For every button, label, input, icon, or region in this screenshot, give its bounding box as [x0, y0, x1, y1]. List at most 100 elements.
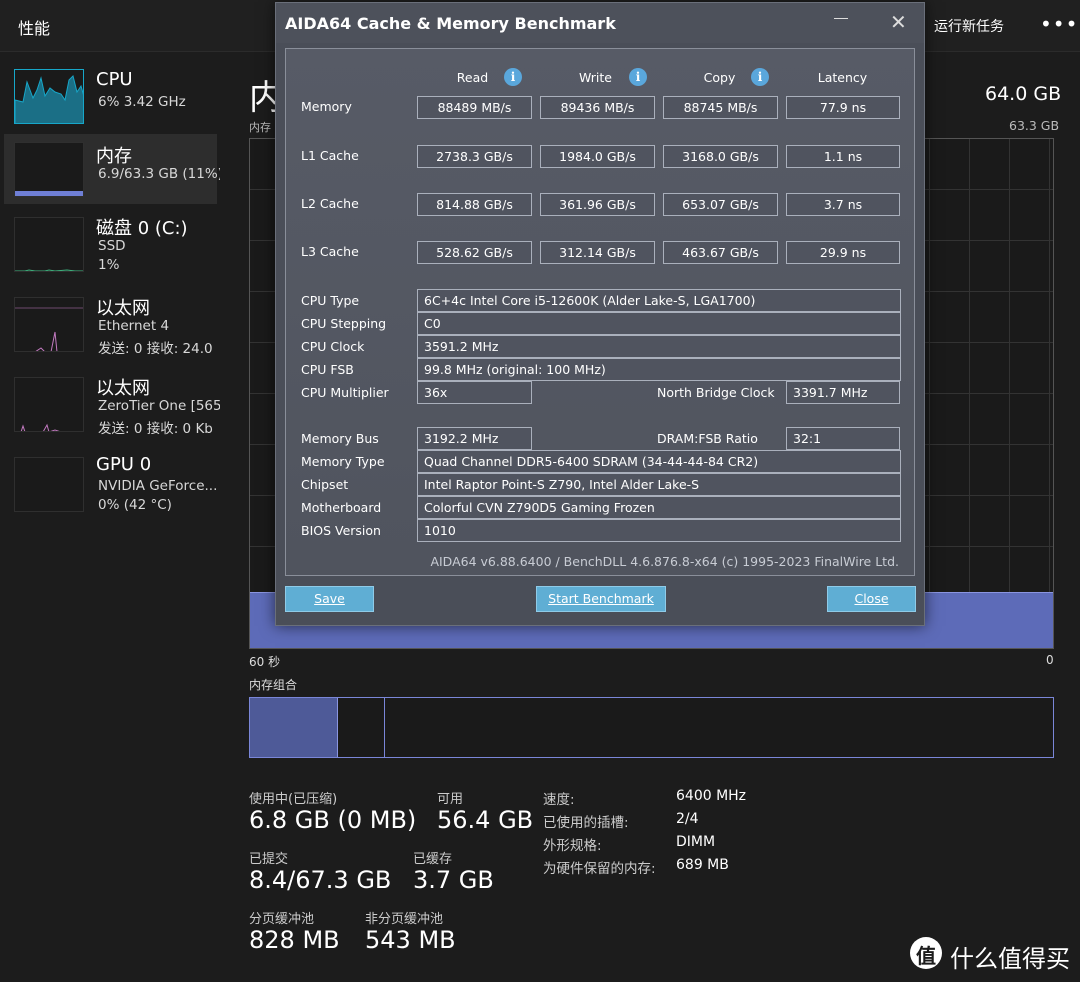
dialog-title: AIDA64 Cache & Memory Benchmark: [285, 14, 616, 33]
start-benchmark-button[interactable]: Start Benchmark: [536, 586, 666, 612]
hardware-reserved-value: 689 MB: [676, 857, 729, 873]
row-label-l1: L1 Cache: [301, 148, 359, 163]
form-factor-value: DIMM: [676, 834, 716, 850]
memory-composition-label: 内存组合: [249, 678, 298, 692]
memory-type-label: Memory Type: [301, 454, 385, 469]
cpu-type-label: CPU Type: [301, 293, 360, 308]
memory-latency-value: 77.9 ns: [786, 96, 900, 119]
north-bridge-clock-label: North Bridge Clock: [657, 385, 775, 400]
l2-read-value: 814.88 GB/s: [417, 193, 532, 216]
cpu-stepping-label: CPU Stepping: [301, 316, 387, 331]
graph-time-label: 60 秒: [249, 655, 281, 669]
memory-thumbnail: [14, 142, 84, 197]
l1-read-value: 2738.3 GB/s: [417, 145, 532, 168]
speed-label: 速度:: [543, 792, 575, 808]
cpu-multiplier-value: 36x: [417, 381, 532, 404]
dialog-titlebar[interactable]: AIDA64 Cache & Memory Benchmark ✕: [276, 3, 924, 43]
bios-version-label: BIOS Version: [301, 523, 381, 538]
sidebar-item-label: 内存: [96, 146, 132, 167]
row-label-memory: Memory: [301, 99, 352, 114]
sidebar-item-gpu[interactable]: GPU 0 NVIDIA GeForce... 0% (42 °C): [4, 454, 217, 524]
sidebar-item-detail-2: 1%: [98, 257, 120, 273]
sidebar-item-label: GPU 0: [96, 454, 152, 475]
committed-value: 8.4/67.3 GB: [249, 866, 392, 894]
in-use-value: 6.8 GB (0 MB): [249, 806, 417, 834]
memory-composition-bar: [249, 697, 1054, 758]
ethernet-mini-graph: [15, 307, 83, 351]
column-latency: Latency: [817, 70, 868, 85]
graph-max-label: 63.3 GB: [1009, 118, 1060, 133]
watermark-text: 什么值得买: [950, 945, 1070, 973]
info-icon[interactable]: i: [751, 68, 769, 86]
committed-label: 已提交: [249, 852, 289, 867]
sidebar-item-detail-2: 0% (42 °C): [98, 497, 172, 513]
memory-usage-caption: 内存: [249, 121, 271, 134]
cpu-clock-label: CPU Clock: [301, 339, 365, 354]
graph-zero-label: 0: [1046, 653, 1054, 667]
watermark-logo-glyph: 值: [916, 944, 936, 968]
l1-latency-value: 1.1 ns: [786, 145, 900, 168]
ethernet-thumbnail: [14, 297, 84, 352]
disk-thumbnail: [14, 217, 84, 272]
sidebar-item-detail: SSD: [98, 238, 126, 254]
ethernet-thumbnail: [14, 377, 84, 432]
zerotier-mini-graph: [20, 423, 60, 431]
cached-label: 已缓存: [413, 852, 453, 867]
cpu-type-value: 6C+4c Intel Core i5-12600K (Alder Lake-S…: [417, 289, 901, 312]
chipset-label: Chipset: [301, 477, 349, 492]
paged-pool-value: 828 MB: [249, 926, 340, 954]
memory-total: 64.0 GB: [985, 83, 1062, 105]
info-icon[interactable]: i: [504, 68, 522, 86]
in-use-label: 使用中(已压缩): [249, 792, 338, 807]
north-bridge-clock-value: 3391.7 MHz: [786, 381, 900, 404]
watermark-logo: 值: [910, 937, 942, 969]
sidebar-item-label: CPU: [96, 69, 133, 90]
sidebar-item-zerotier[interactable]: 以太网 ZeroTier One [565 发送: 0 接收: 0 Kb: [4, 374, 220, 444]
slots-value: 2/4: [676, 811, 699, 827]
dram-fsb-ratio-value: 32:1: [786, 427, 900, 450]
sidebar-item-detail-2: 发送: 0 接收: 0 Kb: [98, 421, 213, 437]
save-button[interactable]: Save: [285, 586, 374, 612]
speed-value: 6400 MHz: [676, 788, 747, 804]
sidebar-item-detail-2: 发送: 0 接收: 24.0: [98, 341, 213, 357]
available-value: 56.4 GB: [437, 806, 534, 834]
nonpaged-pool-value: 543 MB: [365, 926, 456, 954]
close-icon[interactable]: ✕: [890, 10, 907, 34]
composition-standby: [338, 698, 385, 757]
cpu-stepping-value: C0: [417, 312, 901, 335]
minimize-icon[interactable]: [834, 18, 848, 19]
memory-write-value: 89436 MB/s: [540, 96, 655, 119]
sidebar-item-label: 以太网: [96, 378, 150, 399]
run-new-task-button[interactable]: 运行新任务: [934, 16, 1004, 36]
bios-version-value: 1010: [417, 519, 901, 542]
l1-write-value: 1984.0 GB/s: [540, 145, 655, 168]
memory-read-value: 88489 MB/s: [417, 96, 532, 119]
close-button[interactable]: Close: [827, 586, 916, 612]
sidebar-item-ethernet-4[interactable]: 以太网 Ethernet 4 发送: 0 接收: 24.0: [4, 294, 217, 364]
dram-fsb-ratio-label: DRAM:FSB Ratio: [657, 431, 758, 446]
l2-latency-value: 3.7 ns: [786, 193, 900, 216]
cpu-fsb-label: CPU FSB: [301, 362, 354, 377]
l2-write-value: 361.96 GB/s: [540, 193, 655, 216]
info-icon[interactable]: i: [629, 68, 647, 86]
sidebar-item-memory[interactable]: 内存 6.9/63.3 GB (11%): [4, 134, 220, 204]
l3-copy-value: 463.67 GB/s: [663, 241, 778, 264]
memory-type-value: Quad Channel DDR5-6400 SDRAM (34-44-44-8…: [417, 450, 901, 473]
nonpaged-pool-label: 非分页缓冲池: [365, 912, 444, 927]
sidebar-item-detail: Ethernet 4: [98, 318, 170, 334]
more-options-icon[interactable]: •••: [1040, 12, 1078, 36]
available-label: 可用: [437, 792, 464, 807]
sidebar-item-label: 磁盘 0 (C:): [96, 218, 188, 239]
sidebar-item-detail: 6.9/63.3 GB (11%): [98, 166, 220, 182]
memory-bus-value: 3192.2 MHz: [417, 427, 532, 450]
row-label-l2: L2 Cache: [301, 196, 359, 211]
cpu-multiplier-label: CPU Multiplier: [301, 385, 389, 400]
chipset-value: Intel Raptor Point-S Z790, Intel Alder L…: [417, 473, 901, 496]
sidebar-item-disk[interactable]: 磁盘 0 (C:) SSD 1%: [4, 214, 217, 284]
memory-bus-label: Memory Bus: [301, 431, 379, 446]
l1-copy-value: 3168.0 GB/s: [663, 145, 778, 168]
row-label-l3: L3 Cache: [301, 244, 359, 259]
composition-in-use: [250, 698, 339, 757]
motherboard-value: Colorful CVN Z790D5 Gaming Frozen: [417, 496, 901, 519]
sidebar-item-cpu[interactable]: CPU 6% 3.42 GHz: [4, 66, 217, 136]
